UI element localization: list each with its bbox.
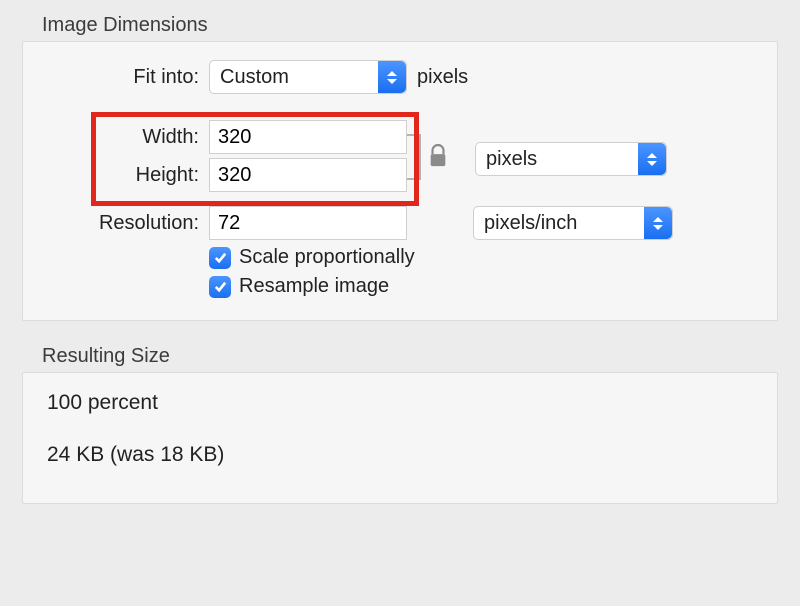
fit-into-unit: pixels (411, 66, 501, 89)
wh-unit-value: pixels (486, 148, 537, 171)
scale-proportionally-checkbox[interactable] (209, 247, 231, 269)
checkmark-icon (213, 279, 228, 294)
resolution-unit-select[interactable]: pixels/inch (473, 206, 673, 240)
image-dimensions-heading: Image Dimensions (42, 14, 778, 37)
resolution-unit-value: pixels/inch (484, 212, 577, 235)
link-bracket-icon (407, 134, 421, 180)
resample-image-checkbox[interactable] (209, 276, 231, 298)
lock-icon (427, 143, 449, 169)
resolution-label: Resolution: (47, 212, 205, 235)
result-percent: 100 percent (47, 391, 753, 415)
fit-into-select[interactable]: Custom (209, 60, 407, 94)
resolution-input[interactable] (209, 206, 407, 240)
fit-into-value: Custom (220, 66, 289, 89)
height-label: Height: (47, 164, 205, 187)
wh-unit-select[interactable]: pixels (475, 142, 667, 176)
height-input[interactable] (209, 158, 407, 192)
resulting-size-panel: 100 percent 24 KB (was 18 KB) (22, 372, 778, 504)
resulting-size-heading: Resulting Size (42, 345, 778, 368)
result-filesize: 24 KB (was 18 KB) (47, 443, 753, 467)
updown-caret-icon (644, 207, 672, 239)
checkmark-icon (213, 250, 228, 265)
width-label: Width: (47, 126, 205, 149)
scale-proportionally-label: Scale proportionally (239, 246, 415, 269)
width-input[interactable] (209, 120, 407, 154)
updown-caret-icon (378, 61, 406, 93)
resample-image-label: Resample image (239, 275, 389, 298)
image-dimensions-panel: Fit into: Custom pixels Width: Height: (22, 41, 778, 321)
fit-into-label: Fit into: (47, 66, 205, 89)
updown-caret-icon (638, 143, 666, 175)
